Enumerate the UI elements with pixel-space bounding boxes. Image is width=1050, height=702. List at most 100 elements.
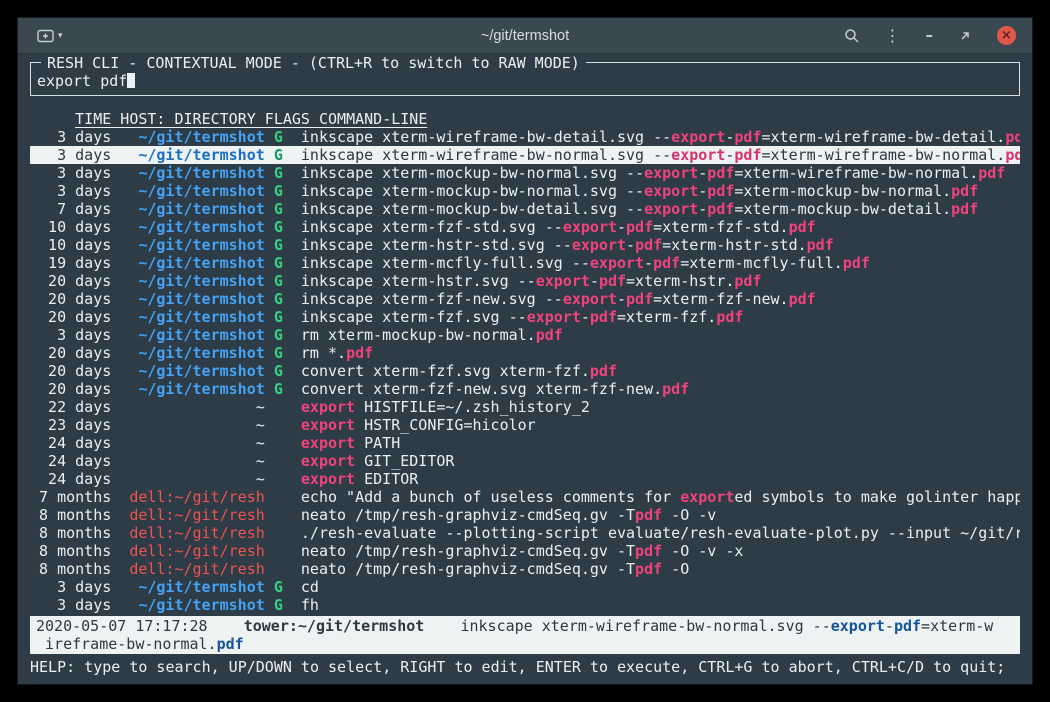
- status-text-segment: [424, 617, 460, 635]
- history-row[interactable]: 20 days ~/git/termshot G convert xterm-f…: [30, 362, 1020, 380]
- row-command: neato /tmp/resh-graphviz-cmdSeq.gv -Tpdf…: [301, 542, 1020, 560]
- row-git-flag: [274, 542, 283, 560]
- command-text-segment: -: [698, 200, 707, 218]
- history-row[interactable]: 8 months dell:~/git/resh neato /tmp/resh…: [30, 542, 1020, 560]
- command-match-segment: pdf: [536, 326, 563, 344]
- terminal-content: RESH CLI - CONTEXTUAL MODE - (CTRL+R to …: [18, 54, 1032, 676]
- history-row[interactable]: 10 days ~/git/termshot G inkscape xterm-…: [30, 236, 1020, 254]
- command-text-segment: GIT_EDITOR: [355, 452, 454, 470]
- row-command: rm *.pdf: [301, 344, 1020, 362]
- col-gap: [283, 434, 301, 452]
- search-button[interactable]: [844, 28, 860, 44]
- close-icon: ×: [1001, 29, 1012, 42]
- row-git-flag: G: [274, 182, 283, 200]
- history-row[interactable]: 8 months dell:~/git/resh ./resh-evaluate…: [30, 524, 1020, 542]
- row-git-flag: G: [274, 578, 283, 596]
- row-time: 24 days: [30, 452, 111, 470]
- status-text-segment: [208, 617, 244, 635]
- command-text-segment: -: [617, 218, 626, 236]
- history-row[interactable]: 24 days ~ export EDITOR: [30, 470, 1020, 488]
- row-time: 20 days: [30, 308, 111, 326]
- col-gap: [111, 236, 120, 254]
- history-row[interactable]: 3 days ~/git/termshot G inkscape xterm-m…: [30, 164, 1020, 182]
- row-git-flag: G: [274, 236, 283, 254]
- col-gap: [283, 254, 301, 272]
- col-gap: [265, 308, 274, 326]
- history-row[interactable]: 20 days ~/git/termshot G inkscape xterm-…: [30, 272, 1020, 290]
- row-time: 23 days: [30, 416, 111, 434]
- history-row[interactable]: 24 days ~ export PATH: [30, 434, 1020, 452]
- row-host-directory: ~/git/termshot: [120, 290, 264, 308]
- history-row[interactable]: 20 days ~/git/termshot G inkscape xterm-…: [30, 308, 1020, 326]
- col-gap: [283, 272, 301, 290]
- col-gap: [265, 254, 274, 272]
- menu-button[interactable]: ⋮: [885, 28, 901, 44]
- status-match-segment: pdf: [894, 617, 921, 635]
- history-row[interactable]: 23 days ~ export HSTR_CONFIG=hicolor: [30, 416, 1020, 434]
- col-gap: [265, 596, 274, 614]
- row-host-directory: ~: [120, 434, 264, 452]
- history-row[interactable]: 3 days ~/git/termshot G inkscape xterm-w…: [30, 128, 1020, 146]
- row-host-directory: ~/git/termshot: [120, 596, 264, 614]
- command-match-segment: pdf: [843, 254, 870, 272]
- command-match-segment: pdf: [951, 182, 978, 200]
- history-row[interactable]: 7 months dell:~/git/resh echo "Add a bun…: [30, 488, 1020, 506]
- history-row[interactable]: 3 days ~/git/termshot G inkscape xterm-w…: [30, 146, 1020, 164]
- row-host-directory: dell:~/git/resh: [120, 560, 264, 578]
- command-text-segment: -: [644, 254, 653, 272]
- history-row[interactable]: 8 months dell:~/git/resh neato /tmp/resh…: [30, 506, 1020, 524]
- col-gap: [111, 380, 120, 398]
- col-gap: [111, 128, 120, 146]
- command-text-segment: -O -v: [662, 506, 716, 524]
- history-row[interactable]: 10 days ~/git/termshot G inkscape xterm-…: [30, 218, 1020, 236]
- row-host-directory: dell:~/git/resh: [120, 506, 264, 524]
- history-row[interactable]: 3 days ~/git/termshot G inkscape xterm-m…: [30, 182, 1020, 200]
- row-time: 24 days: [30, 434, 111, 452]
- row-command: inkscape xterm-wireframe-bw-normal.svg -…: [301, 146, 1020, 164]
- dropdown-caret-icon: ▾: [58, 31, 63, 41]
- col-gap: [111, 452, 120, 470]
- col-gap: [283, 560, 301, 578]
- row-host-directory: ~/git/termshot: [120, 164, 264, 182]
- history-row[interactable]: 3 days ~/git/termshot G cd: [30, 578, 1020, 596]
- row-command: export PATH: [301, 434, 1020, 452]
- row-time: 8 months: [30, 524, 111, 542]
- col-gap: [283, 578, 301, 596]
- row-host-directory: ~: [120, 398, 264, 416]
- row-git-flag: [274, 452, 283, 470]
- history-row[interactable]: 22 days ~ export HISTFILE=~/.zsh_history…: [30, 398, 1020, 416]
- history-row[interactable]: 3 days ~/git/termshot G rm xterm-mockup-…: [30, 326, 1020, 344]
- new-tab-button[interactable]: ▾: [34, 26, 66, 45]
- row-git-flag: [274, 470, 283, 488]
- row-time: 3 days: [30, 146, 111, 164]
- col-gap: [283, 308, 301, 326]
- command-text-segment: HISTFILE=~/.zsh_history_2: [355, 398, 590, 416]
- row-git-flag: G: [274, 254, 283, 272]
- command-match-segment: pdf: [707, 164, 734, 182]
- command-match-segment: pdf: [734, 146, 761, 164]
- close-button[interactable]: ×: [997, 26, 1016, 45]
- col-gap: [265, 344, 274, 362]
- row-time: 10 days: [30, 218, 111, 236]
- history-row[interactable]: 20 days ~/git/termshot G inkscape xterm-…: [30, 290, 1020, 308]
- history-row[interactable]: 24 days ~ export GIT_EDITOR: [30, 452, 1020, 470]
- col-gap: [265, 578, 274, 596]
- history-row[interactable]: 20 days ~/git/termshot G rm *.pdf: [30, 344, 1020, 362]
- row-time: 8 months: [30, 560, 111, 578]
- history-row[interactable]: 3 days ~/git/termshot G fh: [30, 596, 1020, 614]
- history-row[interactable]: 8 months dell:~/git/resh neato /tmp/resh…: [30, 560, 1020, 578]
- row-time: 3 days: [30, 128, 111, 146]
- col-gap: [283, 290, 301, 308]
- command-text-segment: cd: [301, 578, 319, 596]
- minimize-button[interactable]: –: [926, 28, 934, 43]
- col-gap: [111, 218, 120, 236]
- history-row[interactable]: 19 days ~/git/termshot G inkscape xterm-…: [30, 254, 1020, 272]
- col-gap: [283, 470, 301, 488]
- restore-button[interactable]: [958, 29, 972, 43]
- history-row[interactable]: 20 days ~/git/termshot G convert xterm-f…: [30, 380, 1020, 398]
- row-host-directory: ~/git/termshot: [120, 254, 264, 272]
- row-host-directory: ~: [120, 452, 264, 470]
- history-row[interactable]: 7 days ~/git/termshot G inkscape xterm-m…: [30, 200, 1020, 218]
- search-input[interactable]: export pdf: [37, 72, 1013, 90]
- command-match-segment: pdf: [590, 362, 617, 380]
